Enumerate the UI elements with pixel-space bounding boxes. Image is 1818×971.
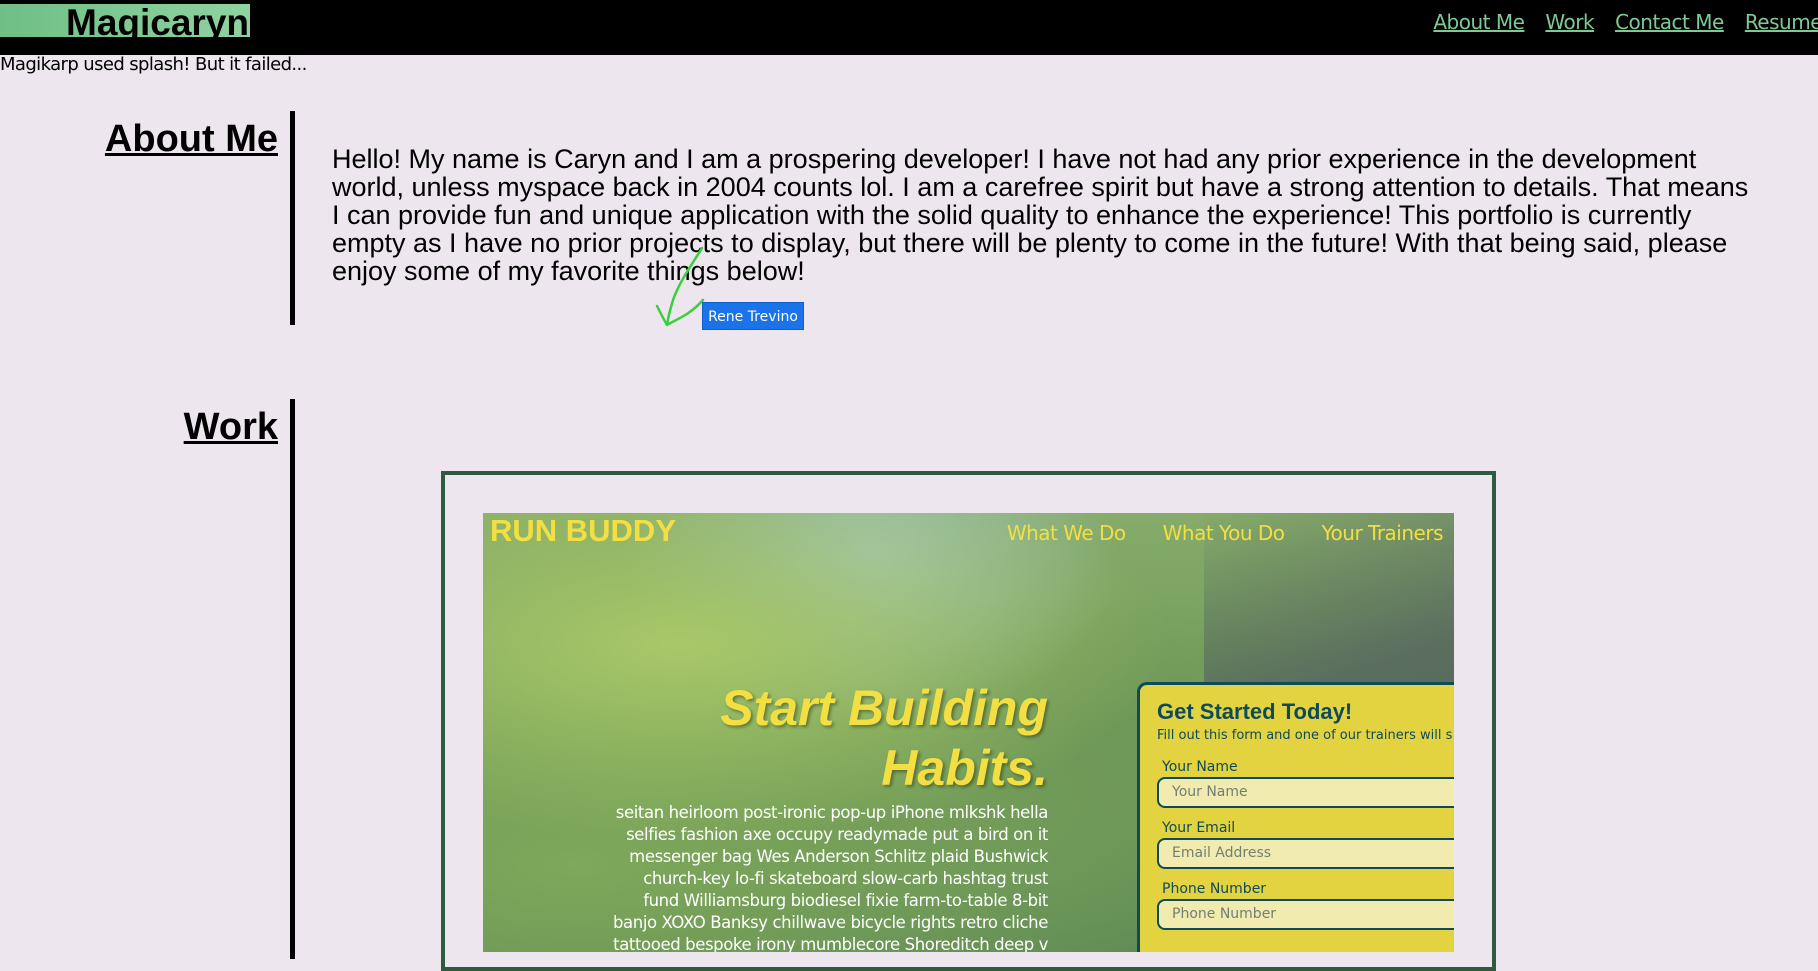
name-field: Your Name (1157, 777, 1454, 808)
phone-label: Phone Number (1162, 881, 1267, 897)
annotation-name-tag: Rene Trevino (702, 302, 804, 330)
project-preview-runbuddy[interactable]: RUN BUDDY What We Do What You Do Your Tr… (483, 513, 1454, 952)
tagline: Magikarp used splash! But it failed... (0, 54, 307, 75)
nav-link-work[interactable]: Work (1545, 10, 1594, 34)
runbuddy-hero-title: Start Building Habits. (720, 680, 1048, 796)
work-heading: Work (183, 406, 278, 448)
runbuddy-nav-what-you-do: What You Do (1162, 521, 1285, 545)
about-paragraph: Hello! My name is Caryn and I am a prosp… (332, 144, 1749, 286)
runbuddy-hero-text: seitan heirloom post-ironic pop-up iPhon… (612, 803, 1048, 952)
email-field: Email Address (1157, 838, 1454, 869)
name-label: Your Name (1162, 759, 1238, 775)
runbuddy-nav-what-we-do: What We Do (1006, 521, 1126, 545)
form-subtitle: Fill out this form and one of our traine… (1157, 728, 1453, 743)
nav-link-contact[interactable]: Contact Me (1615, 10, 1724, 34)
site-logo[interactable]: Magicaryn (66, 4, 249, 42)
form-title: Get Started Today! (1157, 699, 1353, 724)
email-label: Your Email (1162, 820, 1236, 836)
about-heading: About Me (104, 118, 278, 160)
runbuddy-signup-form: Get Started Today! Fill out this form an… (1137, 682, 1454, 952)
runbuddy-logo: RUN BUDDY (490, 513, 676, 548)
work-divider (290, 399, 295, 959)
nav-link-resume[interactable]: Resume (1745, 10, 1818, 34)
runbuddy-nav: What We Do What You Do Your Trainers (1006, 521, 1444, 545)
nav-link-about[interactable]: About Me (1433, 10, 1525, 34)
phone-field: Phone Number (1157, 899, 1454, 930)
site-header: Magicaryn About Me Work Contact Me Resum… (0, 0, 1818, 55)
runbuddy-nav-your-trainers: Your Trainers (1321, 521, 1444, 545)
main-nav: About Me Work Contact Me Resume (1433, 10, 1818, 34)
about-divider (290, 111, 295, 325)
brand-block: Magicaryn (0, 4, 250, 42)
